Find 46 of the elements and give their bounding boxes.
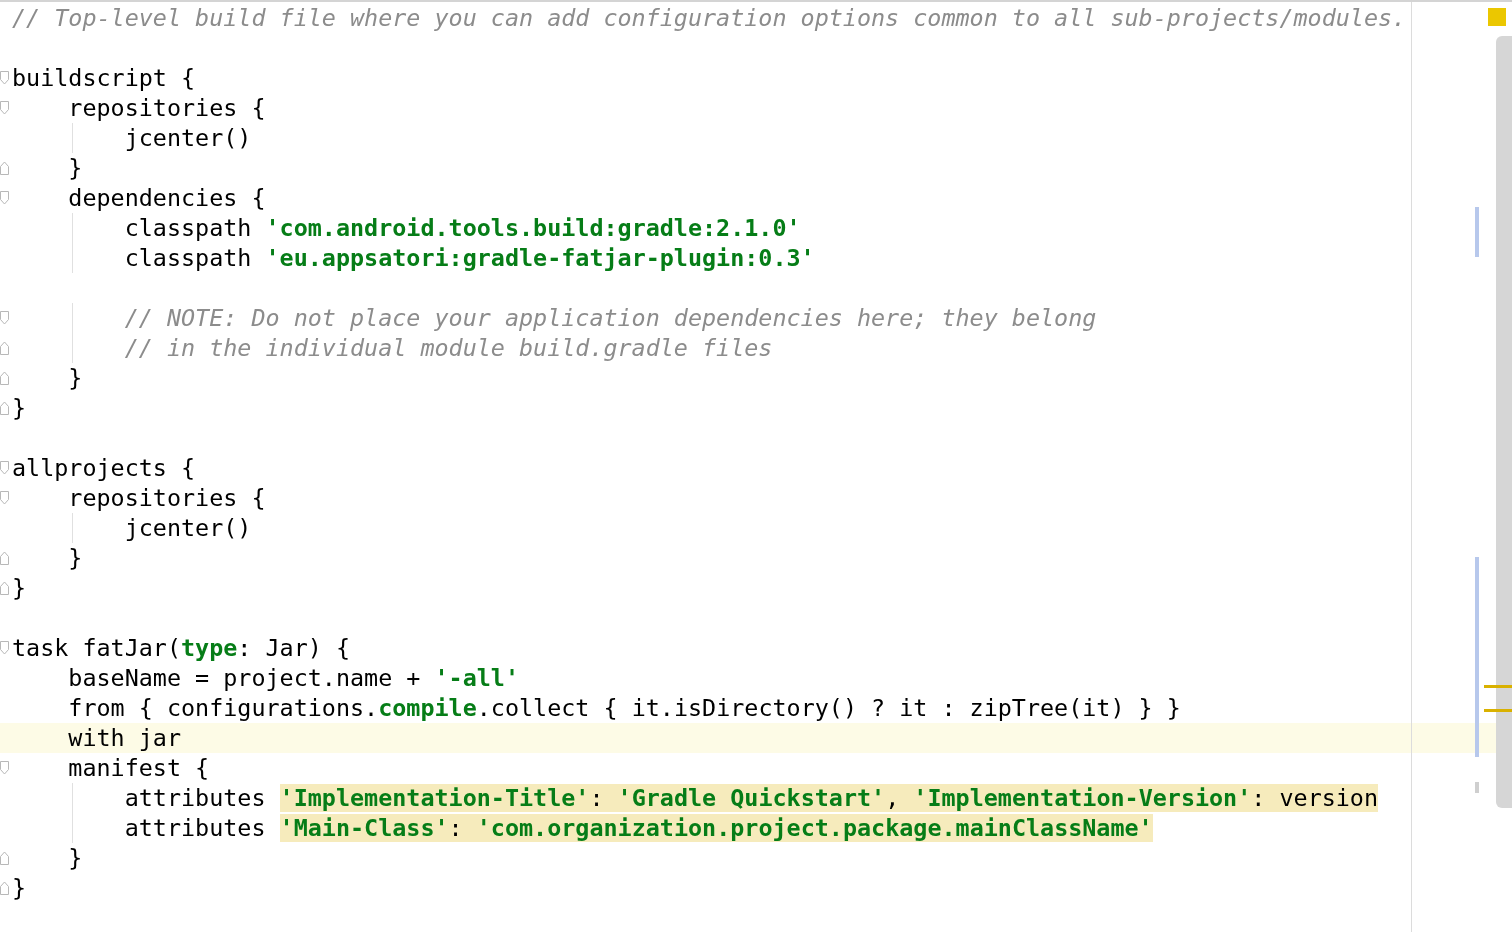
code-line: } [12, 573, 27, 603]
fold-marker-icon[interactable] [0, 881, 10, 895]
code-line: with jar [67, 723, 181, 753]
scrollbar-track[interactable] [1496, 36, 1512, 808]
code-line: allprojects { [12, 453, 196, 483]
code-line: jcenter() [123, 513, 252, 543]
code-line: task fatJar(type: Jar) { [12, 633, 350, 663]
fold-marker-icon[interactable] [0, 341, 10, 355]
warning-status-icon[interactable] [1488, 8, 1506, 26]
fold-marker-icon[interactable] [0, 551, 10, 565]
fold-marker-icon[interactable] [0, 401, 10, 415]
code-line: } [67, 843, 83, 873]
code-line: dependencies { [67, 183, 266, 213]
warning-marker[interactable] [1484, 709, 1512, 712]
code-line: // in the individual module build.gradle files [123, 333, 773, 363]
code-line: baseName = project.name + '-all' [67, 663, 519, 693]
code-line: } [67, 363, 83, 393]
fold-marker-icon[interactable] [0, 71, 10, 85]
fold-marker-icon[interactable] [0, 851, 10, 865]
code-line: } [67, 153, 83, 183]
code-line: buildscript { [12, 63, 196, 93]
code-line: repositories { [67, 483, 266, 513]
code-line: } [12, 393, 27, 423]
code-line: } [12, 873, 27, 903]
fold-marker-icon[interactable] [0, 371, 10, 385]
code-line: attributes 'Implementation-Title': 'Gradle Quickstart', 'Implementation-Version': version [123, 783, 1379, 813]
fold-marker-icon[interactable] [0, 581, 10, 595]
code-line: manifest { [67, 753, 210, 783]
code-line: from { configurations.compile.collect { it.isDirectory() ? it : zipTree(it) } } [67, 693, 1181, 723]
fold-marker-icon[interactable] [0, 491, 10, 505]
fold-marker-icon[interactable] [0, 191, 10, 205]
fold-marker-icon[interactable] [0, 161, 10, 175]
fold-marker-icon[interactable] [0, 761, 10, 775]
code-line: repositories { [67, 93, 266, 123]
code-line: jcenter() [123, 123, 252, 153]
code-line: // Top-level build file where you can add configuration options common to all sub-projects/modules. [12, 3, 1407, 33]
fold-marker-icon[interactable] [0, 461, 10, 475]
code-line: classpath 'eu.appsatori:gradle-fatjar-plugin:0.3' [123, 243, 815, 273]
code-line: // NOTE: Do not place your application dependencies here; they belong [123, 303, 1097, 333]
warning-marker[interactable] [1484, 685, 1512, 688]
fold-marker-icon[interactable] [0, 641, 10, 655]
code-line: classpath 'com.android.tools.build:gradle:2.1.0' [123, 213, 801, 243]
code-line: attributes 'Main-Class': 'com.organization.project.package.mainClassName' [123, 813, 1153, 843]
fold-marker-icon[interactable] [0, 311, 10, 325]
fold-marker-icon[interactable] [0, 101, 10, 115]
code-line: } [67, 543, 83, 573]
